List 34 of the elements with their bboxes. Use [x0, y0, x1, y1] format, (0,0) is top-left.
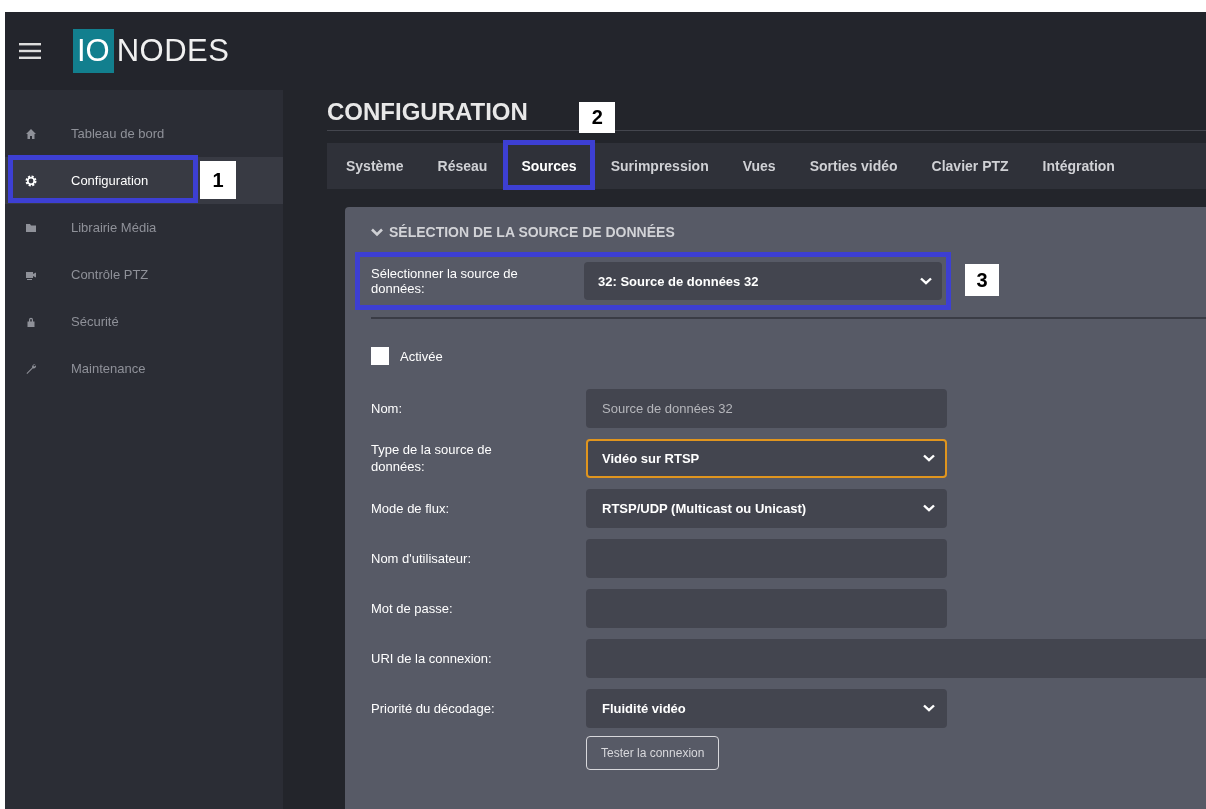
logo-mark: IO [73, 29, 114, 73]
input-field[interactable]: Source de données 32 [586, 388, 947, 428]
sidebar-item[interactable]: Contrôle PTZ [5, 251, 283, 298]
logo-text: NODES [116, 33, 230, 69]
tab[interactable]: Réseau [437, 158, 488, 174]
field-label: Mot de passe: [371, 599, 454, 617]
callout-number: 3 [965, 264, 999, 296]
sidebar-item[interactable]: Tableau de bord [5, 110, 283, 157]
sidebar-item[interactable]: Librairie Média [5, 204, 283, 251]
sidebar-item[interactable]: Maintenance [5, 345, 283, 392]
test-connection-button[interactable]: Tester la connexion [586, 736, 720, 770]
callout-number: 2 [579, 102, 616, 133]
checkbox-label: Activée [400, 348, 443, 364]
tab[interactable]: Sources [521, 158, 577, 174]
field-label: Sélectionner la source de données: [371, 266, 519, 296]
tab[interactable]: Intégration [1042, 158, 1115, 174]
select-field[interactable]: Fluidité vidéo [586, 688, 947, 728]
tab[interactable]: Sorties vidéo [809, 158, 898, 174]
tab[interactable]: Vues [742, 158, 776, 174]
tab[interactable]: Surimpression [610, 158, 709, 174]
select-field[interactable]: RTSP/UDP (Multicast ou Unicast) [586, 488, 947, 528]
source-select[interactable]: 32: Source de données 32 [584, 262, 942, 300]
field-label: URI de la connexion: [371, 649, 493, 667]
select-field[interactable]: Vidéo sur RTSP [586, 438, 947, 478]
sidebar-item[interactable]: Sécurité [5, 298, 283, 345]
field-label: Priorité du décodage: [371, 699, 496, 717]
field-label: Nom: [371, 399, 404, 417]
field-label: Nom d'utilisateur: [371, 549, 473, 567]
field-label: Mode de flux: [371, 499, 451, 517]
section-title: SÉLECTION DE LA SOURCE DE DONNÉES [389, 224, 675, 240]
tab[interactable]: Clavier PTZ [931, 158, 1009, 174]
tab[interactable]: Système [346, 158, 404, 174]
callout-number: 1 [200, 161, 236, 199]
field-label: Type de la source de données: [371, 441, 493, 475]
